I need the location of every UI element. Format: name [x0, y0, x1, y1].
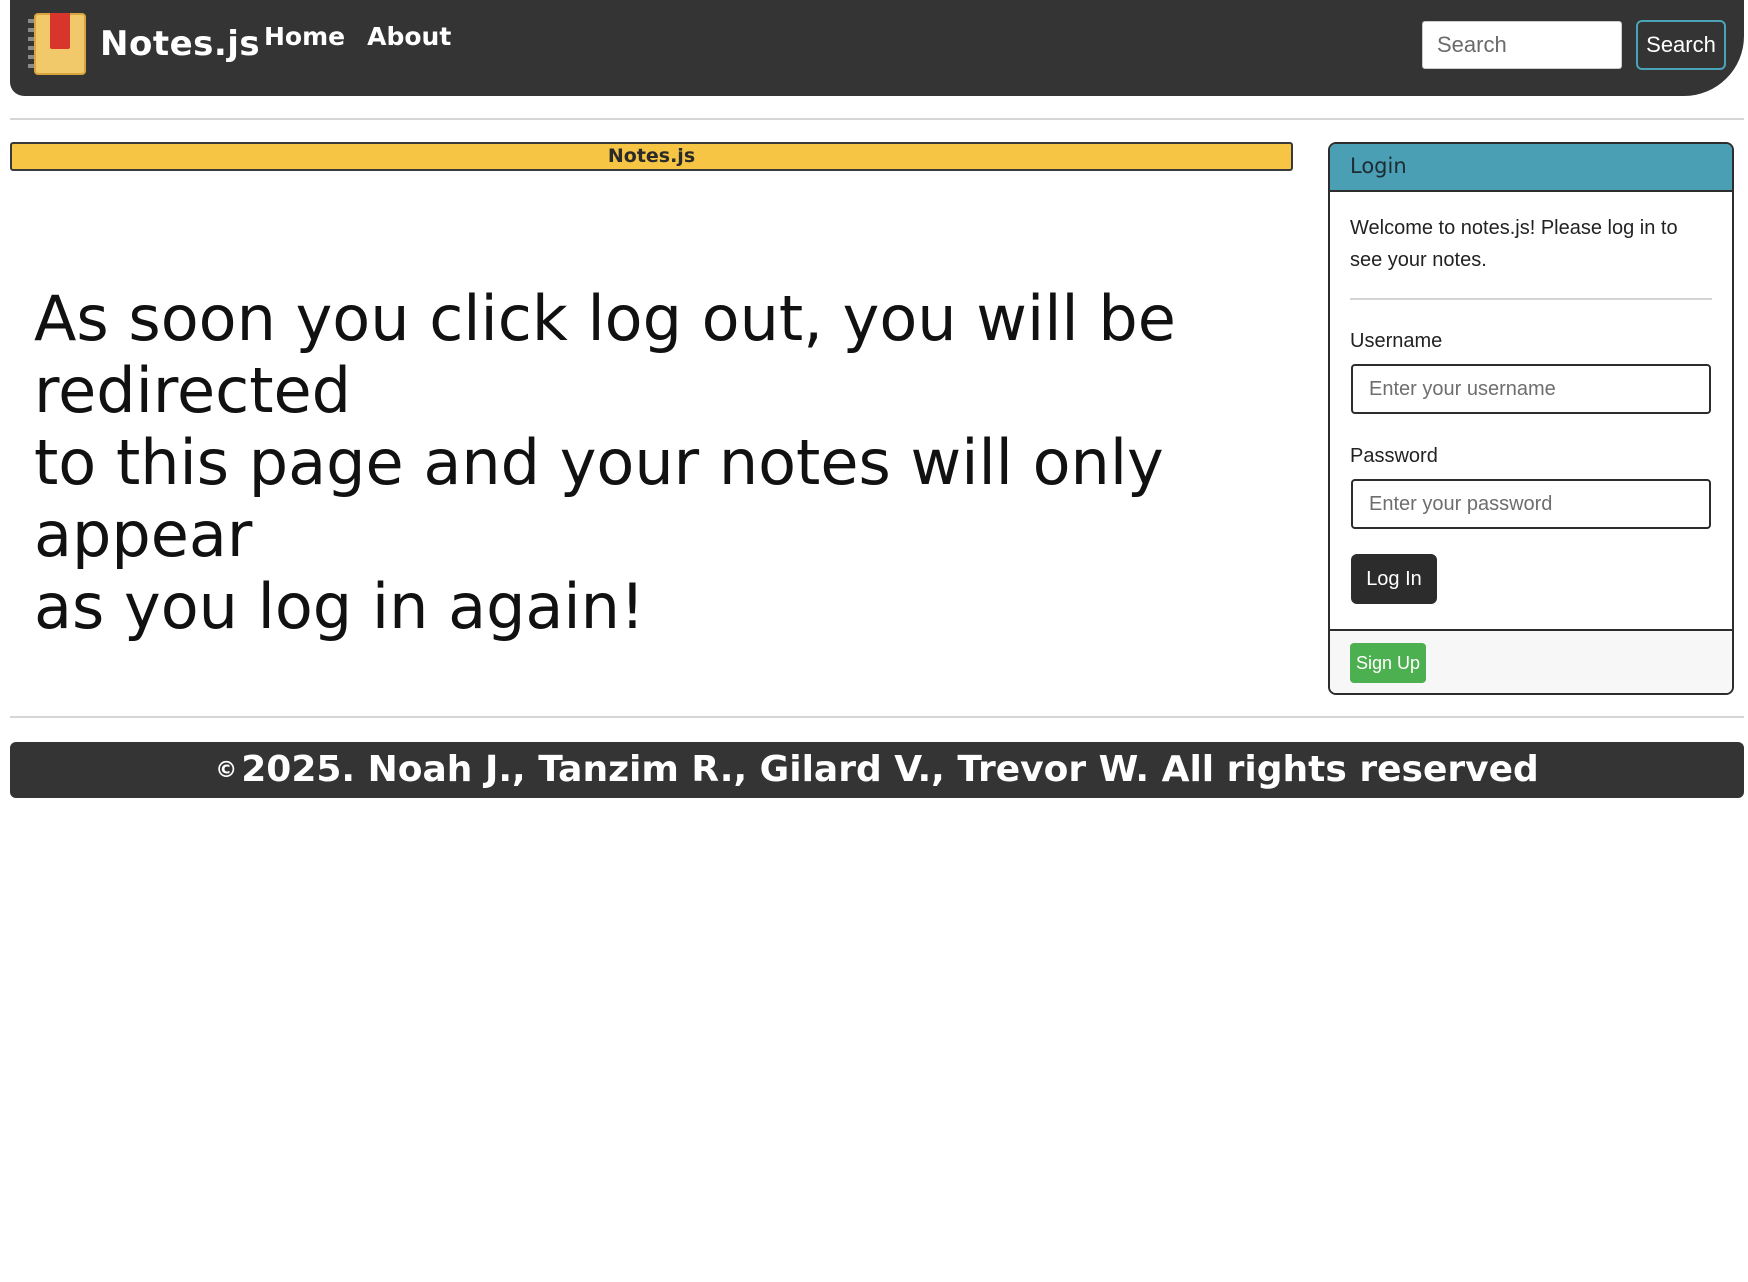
login-card: Login Welcome to notes.js! Please log in… [1328, 142, 1734, 695]
welcome-text: Welcome to notes.js! Please log in to se… [1350, 217, 1678, 271]
page-banner: Notes.js [10, 142, 1293, 171]
notebook-icon [28, 11, 88, 77]
logout-message: As soon you click log out, you will be r… [34, 283, 1304, 643]
login-card-body: Welcome to notes.js! Please log in to se… [1330, 192, 1732, 629]
username-field[interactable] [1351, 364, 1711, 414]
search-input[interactable] [1422, 21, 1622, 69]
login-button[interactable]: Log In [1351, 554, 1437, 604]
username-label: Username [1350, 330, 1443, 352]
password-label: Password [1350, 445, 1438, 467]
login-card-footer: Sign Up [1330, 629, 1732, 693]
top-divider [10, 118, 1744, 120]
copyright-text: 2025. Noah J., Tanzim R., Gilard V., Tre… [241, 749, 1539, 790]
nav-link-home[interactable]: Home [264, 22, 345, 51]
message-line: to this page and your notes will only ap… [34, 426, 1164, 571]
password-field[interactable] [1351, 479, 1711, 529]
brand-link[interactable]: Notes.js [28, 10, 260, 78]
top-navbar: Notes.js Home About Search [10, 0, 1744, 96]
nav-link-about[interactable]: About [367, 22, 451, 51]
brand-name: Notes.js [100, 24, 261, 64]
message-line: As soon you click log out, you will be r… [34, 282, 1176, 427]
nav-links: Home About [264, 22, 451, 51]
page-footer: © 2025. Noah J., Tanzim R., Gilard V., Tr… [10, 742, 1744, 798]
card-divider [1350, 298, 1712, 300]
copyright-icon: © [215, 758, 238, 783]
bottom-divider [10, 716, 1744, 718]
login-card-header: Login [1330, 144, 1732, 192]
message-line: as you log in again! [34, 570, 645, 643]
signup-button[interactable]: Sign Up [1350, 643, 1426, 683]
search-button[interactable]: Search [1636, 20, 1726, 70]
